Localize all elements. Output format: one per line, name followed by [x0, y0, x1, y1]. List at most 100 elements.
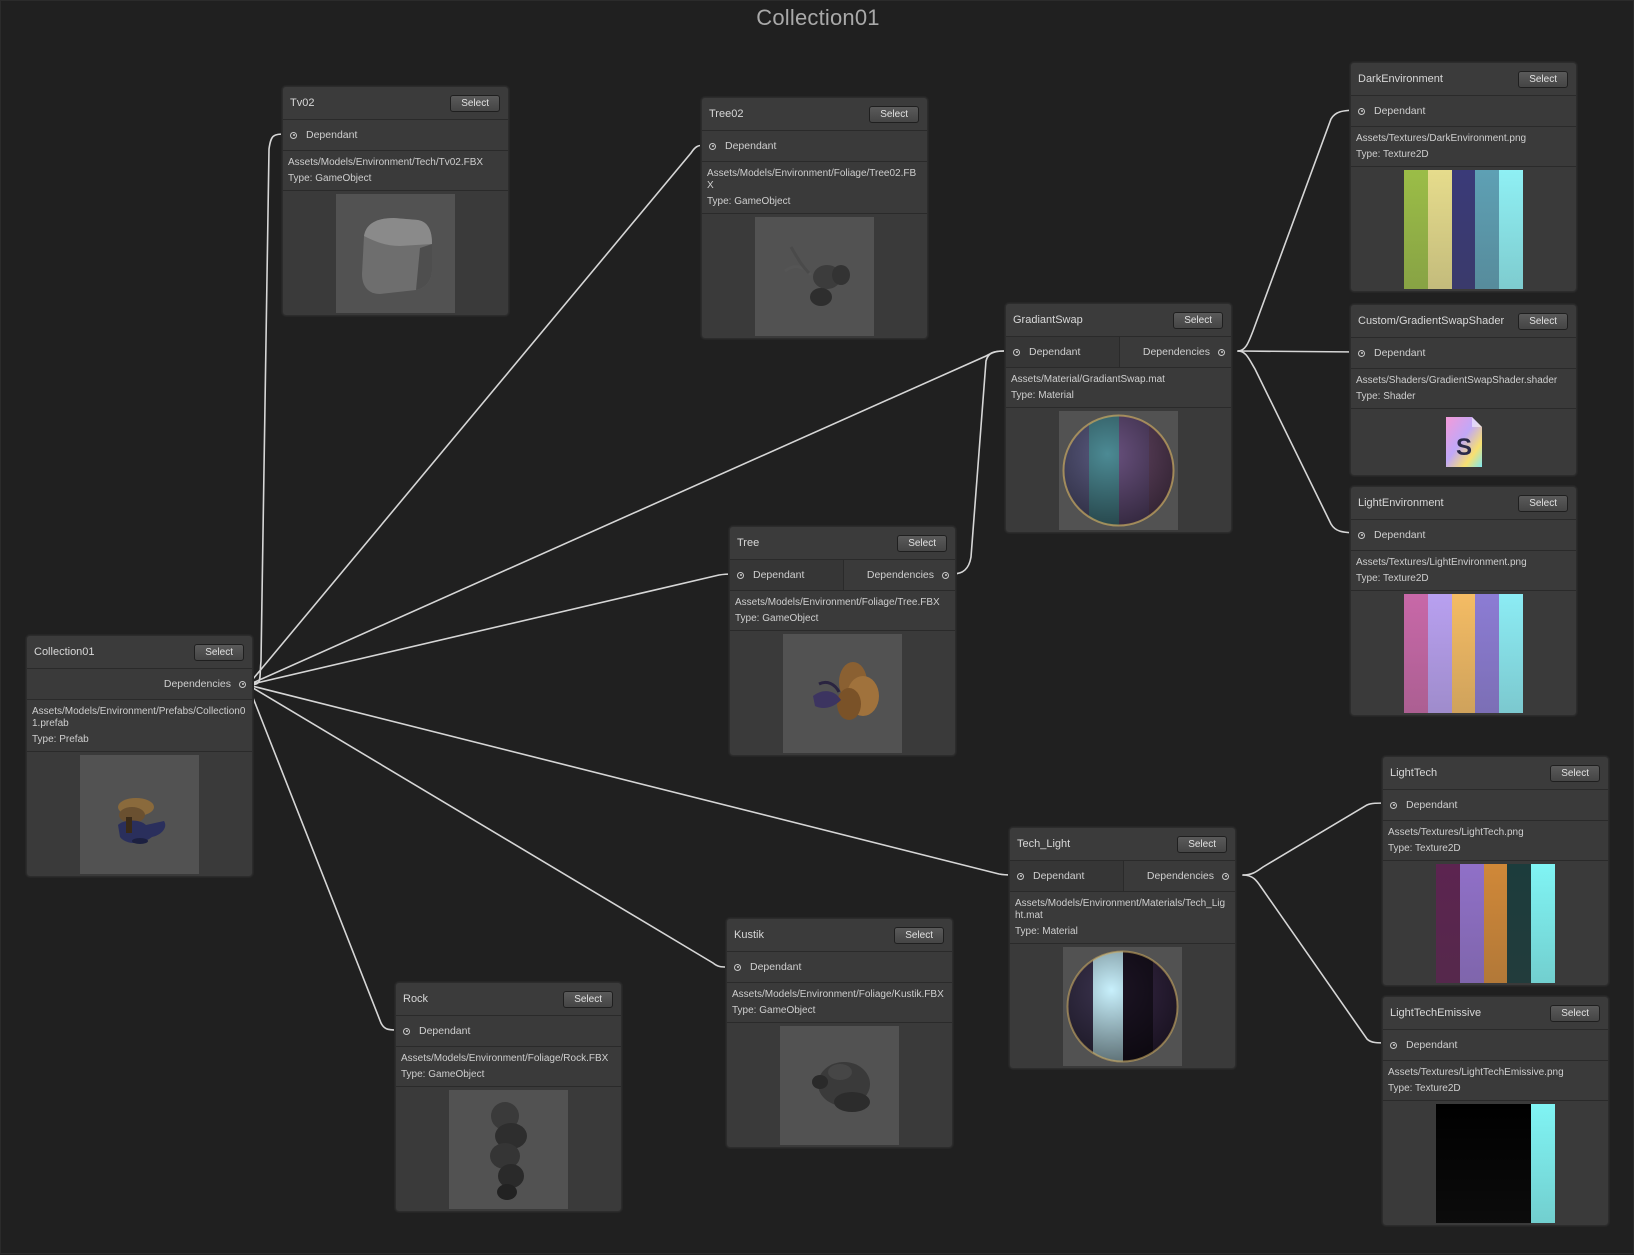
wire-gradiantswap-lightenvironment [1237, 350, 1361, 534]
dependant-port[interactable]: Dependant [396, 1016, 621, 1046]
node-header[interactable]: Custom/GradientSwapShader Select [1351, 305, 1576, 338]
node-title: Tv02 [290, 97, 315, 109]
port-dot-icon[interactable] [1218, 348, 1225, 356]
texture-stripes-icon [1404, 593, 1523, 713]
dependant-port[interactable]: Dependant [730, 560, 844, 590]
node-header[interactable]: Tv02 Select [283, 87, 508, 120]
node-header[interactable]: Kustik Select [727, 919, 952, 952]
select-button[interactable]: Select [1550, 1004, 1600, 1022]
port-dot-icon[interactable] [1358, 531, 1365, 539]
port-row: Dependant [1351, 338, 1576, 369]
dependant-port[interactable]: Dependant [1351, 338, 1576, 368]
port-dot-icon[interactable] [737, 571, 744, 579]
select-button[interactable]: Select [897, 534, 947, 552]
node-header[interactable]: Collection01 Select [27, 636, 252, 669]
texture-stripe [1475, 169, 1500, 289]
port-dot-icon[interactable] [1013, 348, 1020, 356]
port-row: Dependant [1383, 1030, 1608, 1061]
port-dot-icon[interactable] [403, 1027, 410, 1035]
dependencies-port[interactable]: Dependencies [140, 669, 252, 699]
node-header[interactable]: DarkEnvironment Select [1351, 63, 1576, 96]
asset-type: Type: Texture2D [1356, 573, 1429, 584]
node-gradientswapshader[interactable]: Custom/GradientSwapShader Select Dependa… [1350, 304, 1577, 476]
dependant-port[interactable]: Dependant [1006, 337, 1120, 367]
node-header[interactable]: Tree02 Select [702, 98, 927, 131]
preview-area [27, 752, 252, 876]
port-dot-icon[interactable] [942, 571, 949, 579]
select-button[interactable]: Select [194, 643, 244, 661]
node-rock[interactable]: Rock Select Dependant Assets/Models/Envi… [395, 982, 622, 1212]
select-button[interactable]: Select [563, 990, 613, 1008]
select-button[interactable]: Select [1550, 764, 1600, 782]
preview-area [1351, 591, 1576, 715]
asset-type: Type: GameObject [735, 613, 819, 624]
node-header[interactable]: Rock Select [396, 983, 621, 1016]
node-lightenvironment[interactable]: LightEnvironment Select Dependant Assets… [1350, 486, 1577, 716]
node-header[interactable]: LightTech Select [1383, 757, 1608, 790]
node-tree02[interactable]: Tree02 Select Dependant Assets/Models/En… [701, 97, 928, 339]
port-dot-icon[interactable] [734, 963, 741, 971]
select-button[interactable]: Select [869, 105, 919, 123]
kustik-preview-graphic [812, 1061, 870, 1112]
node-header[interactable]: LightTechEmissive Select [1383, 997, 1608, 1030]
wire-techlight-lighttech [1242, 802, 1393, 876]
dependencies-port[interactable]: Dependencies [844, 560, 956, 590]
select-button[interactable]: Select [450, 94, 500, 112]
dependencies-label: Dependencies [866, 569, 934, 581]
port-dot-icon[interactable] [1358, 107, 1365, 115]
port-dot-icon[interactable] [709, 142, 716, 150]
node-lighttech[interactable]: LightTech Select Dependant Assets/Textur… [1382, 756, 1609, 986]
port-row: Dependant Dependencies [1006, 337, 1231, 368]
select-button[interactable]: Select [1177, 835, 1227, 853]
node-lighttechemissive[interactable]: LightTechEmissive Select Dependant Asset… [1382, 996, 1609, 1226]
node-collection01[interactable]: Collection01 Select Dependencies Assets/… [26, 635, 253, 877]
node-kustik[interactable]: Kustik Select Dependant Assets/Models/En… [726, 918, 953, 1148]
asset-info: Assets/Textures/LightTech.png Type: Text… [1383, 821, 1608, 861]
dependant-port[interactable]: Dependant [1383, 790, 1608, 820]
dependency-graph-canvas[interactable]: Collection01 Collection01 Select Depende… [0, 0, 1634, 1254]
asset-path: Assets/Textures/DarkEnvironment.png [1356, 133, 1527, 144]
node-gradiantswap[interactable]: GradiantSwap Select Dependant Dependenci… [1005, 303, 1232, 533]
port-dot-icon[interactable] [1017, 872, 1024, 880]
select-button[interactable]: Select [894, 926, 944, 944]
dependant-port[interactable]: Dependant [1383, 1030, 1608, 1060]
node-tree[interactable]: Tree Select Dependant Dependencies Asset… [729, 526, 956, 756]
select-button[interactable]: Select [1518, 70, 1568, 88]
port-dot-icon[interactable] [1390, 1041, 1397, 1049]
node-header[interactable]: Tech_Light Select [1010, 828, 1235, 861]
dependant-port[interactable]: Dependant [1351, 520, 1576, 550]
preview-area [1383, 861, 1608, 985]
select-button[interactable]: Select [1518, 494, 1568, 512]
dependencies-port[interactable]: Dependencies [1124, 861, 1236, 891]
select-button[interactable]: Select [1518, 312, 1568, 330]
asset-type: Type: GameObject [707, 196, 791, 207]
prefab-preview-graphic [118, 797, 166, 844]
dependant-port[interactable]: Dependant [727, 952, 952, 982]
port-dot-icon[interactable] [1390, 801, 1397, 809]
port-dot-icon[interactable] [239, 680, 246, 688]
dependant-port[interactable]: Dependant [283, 120, 508, 150]
node-header[interactable]: GradiantSwap Select [1006, 304, 1231, 337]
dependencies-port[interactable]: Dependencies [1120, 337, 1232, 367]
node-tv02[interactable]: Tv02 Select Dependant Assets/Models/Envi… [282, 86, 509, 316]
node-darkenvironment[interactable]: DarkEnvironment Select Dependant Assets/… [1350, 62, 1577, 292]
texture-stripes [1436, 1103, 1555, 1223]
texture-stripe [1459, 1103, 1484, 1223]
port-row: Dependant [1383, 790, 1608, 821]
dependant-port[interactable]: Dependant [1010, 861, 1124, 891]
port-row: Dependant [727, 952, 952, 983]
node-header[interactable]: Tree Select [730, 527, 955, 560]
asset-path: Assets/Models/Environment/Foliage/Rock.F… [401, 1053, 609, 1064]
asset-info: Assets/Textures/LightEnvironment.png Typ… [1351, 551, 1576, 591]
port-dot-icon[interactable] [290, 131, 297, 139]
preview-area [1010, 944, 1235, 1068]
dependant-port[interactable]: Dependant [702, 131, 927, 161]
node-tech-light[interactable]: Tech_Light Select Dependant Dependencies… [1009, 827, 1236, 1069]
port-dot-icon[interactable] [1222, 872, 1229, 880]
select-button[interactable]: Select [1173, 311, 1223, 329]
node-header[interactable]: LightEnvironment Select [1351, 487, 1576, 520]
dependant-port[interactable]: Dependant [1351, 96, 1576, 126]
port-dot-icon[interactable] [1358, 349, 1365, 357]
wire-tree-gradiantswap [952, 350, 1005, 575]
node-title: Rock [403, 993, 429, 1005]
